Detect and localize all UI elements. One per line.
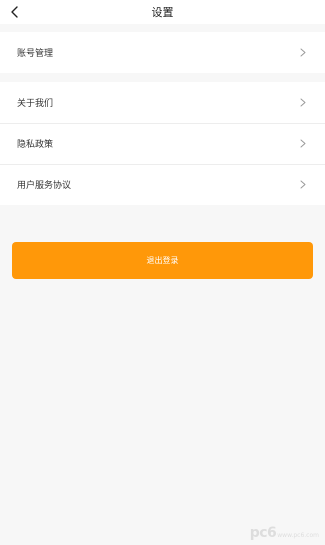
chevron-right-icon xyxy=(298,180,308,190)
logout-button[interactable]: 退出登录 xyxy=(12,242,313,279)
page-title: 设置 xyxy=(151,6,174,19)
settings-item-privacy-policy[interactable]: 隐私政策 xyxy=(0,123,325,164)
chevron-right-icon xyxy=(298,48,308,58)
settings-item-about-us[interactable]: 关于我们 xyxy=(0,82,325,123)
settings-item-label: 账号管理 xyxy=(17,49,54,59)
watermark-logo: pc6 xyxy=(249,525,277,541)
settings-item-user-agreement[interactable]: 用户服务协议 xyxy=(0,164,325,205)
chevron-right-icon xyxy=(298,98,308,108)
settings-item-label: 关于我们 xyxy=(17,99,54,109)
settings-item-account-management[interactable]: 账号管理 xyxy=(0,32,325,73)
logout-container: 退出登录 xyxy=(12,242,313,279)
account-settings-group: 账号管理 xyxy=(0,32,325,73)
watermark: pc6 www.pc6.com xyxy=(250,525,319,541)
top-nav-bar: 设置 xyxy=(0,0,325,24)
back-button[interactable] xyxy=(4,0,26,24)
chevron-right-icon xyxy=(298,139,308,149)
settings-item-label: 用户服务协议 xyxy=(17,181,72,191)
chevron-left-icon xyxy=(11,6,18,18)
settings-item-label: 隐私政策 xyxy=(17,140,54,150)
watermark-url: www.pc6.com xyxy=(277,532,319,539)
info-settings-group: 关于我们 隐私政策 用户服务协议 xyxy=(0,82,325,205)
